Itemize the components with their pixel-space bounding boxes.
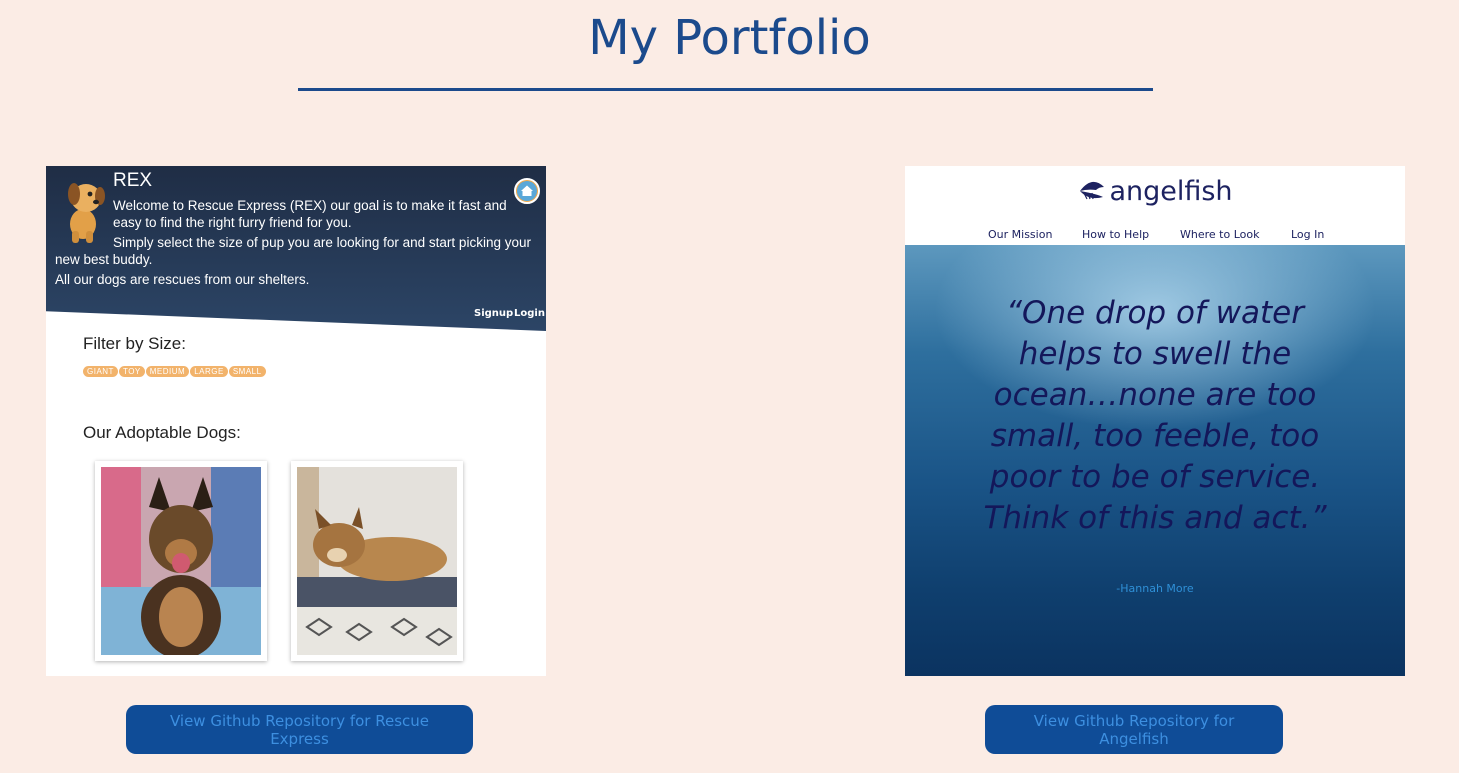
rex-brand: REX bbox=[113, 170, 153, 191]
title-divider bbox=[298, 88, 1153, 91]
angelfish-nav: Our Mission How to Help Where to Look Lo… bbox=[905, 228, 1405, 244]
page-title: My Portfolio bbox=[588, 10, 871, 66]
filter-label: Filter by Size: bbox=[83, 334, 186, 353]
rex-intro-line: Welcome to Rescue Express (REX) our goal… bbox=[113, 198, 507, 213]
angelfish-logo: angelfish bbox=[905, 176, 1405, 207]
signup-link[interactable]: Signup bbox=[474, 308, 513, 319]
angelfish-project-screenshot: angelfish Our Mission How to Help Where … bbox=[905, 166, 1405, 676]
size-chip[interactable]: TOY bbox=[118, 366, 145, 377]
ocean-hero: “One drop of water helps to swell the oc… bbox=[905, 245, 1405, 676]
size-chip[interactable]: SMALL bbox=[228, 366, 266, 377]
adoptable-dogs-heading: Our Adoptable Dogs: bbox=[83, 423, 241, 442]
rex-header: REX Welcome to Rescue Express (REX) our … bbox=[46, 166, 546, 331]
dog-photo bbox=[297, 467, 457, 655]
rex-intro-line: easy to find the right furry friend for … bbox=[113, 215, 352, 230]
angelfish-github-button[interactable]: View Github Repository for Angelfish bbox=[985, 705, 1283, 754]
login-link[interactable]: Login bbox=[514, 308, 545, 319]
angelfish-logo-icon bbox=[1080, 181, 1105, 200]
nav-log-in[interactable]: Log In bbox=[1291, 228, 1324, 241]
rex-github-button[interactable]: View Github Repository for Rescue Expres… bbox=[126, 705, 473, 754]
angelfish-brand: angelfish bbox=[1109, 176, 1233, 207]
dog-photo-card[interactable] bbox=[291, 461, 463, 661]
size-filter-chips: GIANT TOY MEDIUM LARGE SMALL bbox=[83, 366, 266, 377]
size-chip[interactable]: MEDIUM bbox=[145, 366, 190, 377]
rex-intro-line: new best buddy. bbox=[55, 252, 153, 267]
dog-mascot-icon bbox=[68, 183, 105, 243]
nav-where-to-look[interactable]: Where to Look bbox=[1180, 228, 1259, 241]
nav-our-mission[interactable]: Our Mission bbox=[988, 228, 1052, 241]
rex-intro-line: Simply select the size of pup you are lo… bbox=[113, 235, 531, 250]
size-chip[interactable]: GIANT bbox=[83, 366, 118, 377]
size-chip[interactable]: LARGE bbox=[190, 366, 228, 377]
hero-quote: “One drop of water helps to swell the oc… bbox=[983, 295, 1327, 536]
dog-photo bbox=[101, 467, 261, 655]
rex-project-screenshot: REX Welcome to Rescue Express (REX) our … bbox=[46, 166, 546, 676]
quote-attribution: -Hannah More bbox=[1116, 582, 1194, 595]
dog-photo-card[interactable] bbox=[95, 461, 267, 661]
nav-how-to-help[interactable]: How to Help bbox=[1082, 228, 1149, 241]
rex-intro-line: All our dogs are rescues from our shelte… bbox=[55, 272, 310, 287]
home-icon[interactable] bbox=[514, 178, 540, 204]
